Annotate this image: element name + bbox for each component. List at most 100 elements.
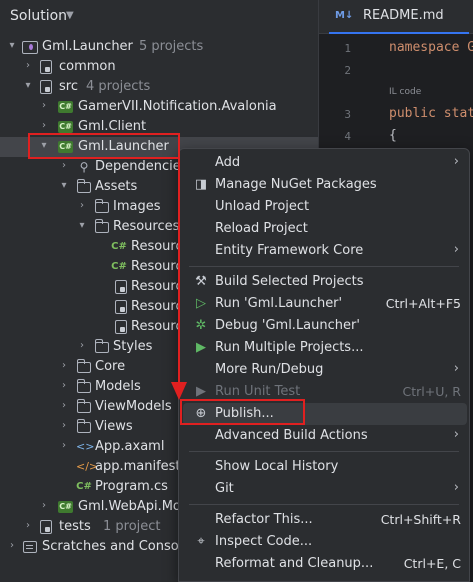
menu-item-label: Manage NuGet Packages <box>215 177 377 192</box>
folder-icon <box>76 419 91 433</box>
tree-item-label: src <box>59 79 78 94</box>
tree-item-sub: 5 projects <box>139 39 204 54</box>
csharp-project-icon: C# <box>58 121 73 133</box>
menu-item-inspect-code[interactable]: ⌖ Inspect Code... <box>183 531 467 553</box>
menu-item-label: Run Unit Test <box>215 384 301 399</box>
il-code-hint[interactable]: IL code <box>389 87 421 97</box>
tree-item-label: Gml.WebApi.Mo <box>78 499 181 514</box>
chevron-right-icon[interactable]: › <box>58 399 70 413</box>
chevron-right-icon[interactable]: › <box>58 439 70 453</box>
scratches-icon <box>23 541 37 553</box>
tree-item-label: Resourc <box>131 279 183 294</box>
menu-item-label: More Run/Debug <box>215 362 324 377</box>
chevron-right-icon[interactable]: › <box>76 199 88 213</box>
lock-folder-icon <box>40 80 52 94</box>
code-line: { <box>389 128 397 143</box>
menu-item-run-multiple[interactable]: ▶ Run Multiple Projects... <box>183 337 467 359</box>
chevron-right-icon[interactable]: › <box>6 539 18 553</box>
resource-file-icon <box>115 320 127 334</box>
lock-folder-icon <box>40 60 52 74</box>
menu-separator <box>189 451 459 452</box>
markdown-icon: M↓ <box>335 10 354 21</box>
tree-item-label: Views <box>95 419 133 434</box>
folder-icon <box>76 359 91 373</box>
tab-label: README.md <box>363 8 444 23</box>
tree-item-solution[interactable]: ▾ Gml.Launcher 5 projects <box>0 37 318 57</box>
tree-item-sub: 4 projects <box>86 79 151 94</box>
menu-separator <box>189 266 459 267</box>
tree-item-label: Models <box>95 379 141 394</box>
annotation-arrow-line <box>178 158 180 388</box>
menu-item-unload-project[interactable]: Unload Project <box>183 196 467 218</box>
menu-separator <box>189 504 459 505</box>
menu-item-advanced-build[interactable]: Advanced Build Actions › <box>183 425 467 447</box>
csharp-project-icon: C# <box>58 101 73 113</box>
line-number: 4 <box>344 130 351 143</box>
tree-item-label: Resourc <box>131 299 183 314</box>
chevron-down-icon[interactable]: ▼ <box>66 10 74 21</box>
chevron-right-icon[interactable]: › <box>58 159 70 173</box>
chevron-down-icon[interactable]: ▾ <box>76 219 88 233</box>
chevron-right-icon[interactable]: › <box>58 359 70 373</box>
menu-item-label: Run Multiple Projects... <box>215 340 364 355</box>
folder-icon <box>76 379 91 393</box>
chevron-down-icon[interactable]: ▾ <box>22 79 34 93</box>
tree-item-label: ViewModels <box>95 399 172 414</box>
menu-item-local-history[interactable]: Show Local History <box>183 456 467 478</box>
tree-item-sub: 1 project <box>103 519 161 534</box>
menu-item-more-run-debug[interactable]: More Run/Debug › <box>183 359 467 381</box>
menu-item-reformat[interactable]: Reformat and Cleanup... Ctrl+E, C <box>183 553 467 575</box>
menu-item-add[interactable]: Add › <box>183 152 467 174</box>
menu-item-debug[interactable]: ✲ Debug 'Gml.Launcher' <box>183 315 467 337</box>
tree-item-label: Program.cs <box>95 479 168 494</box>
chevron-right-icon[interactable]: › <box>22 519 34 533</box>
menu-item-label: Entity Framework Core <box>215 243 364 258</box>
chevron-right-icon[interactable]: › <box>38 499 50 513</box>
manifest-file-icon: </> <box>76 460 99 473</box>
chevron-right-icon[interactable]: › <box>22 59 34 73</box>
chevron-right-icon: › <box>453 480 459 495</box>
tree-item-label: App.axaml <box>95 439 165 454</box>
folder-icon <box>76 179 91 193</box>
menu-item-reload-project[interactable]: Reload Project <box>183 218 467 240</box>
axaml-file-icon: <> <box>76 440 95 453</box>
menu-item-shortcut: Ctrl+Alt+F5 <box>385 296 461 311</box>
chevron-right-icon[interactable]: › <box>76 339 88 353</box>
debug-icon: ✲ <box>195 318 207 333</box>
annotation-arrow-head-icon <box>171 382 187 400</box>
chevron-right-icon: › <box>453 427 459 442</box>
panel-title[interactable]: Solution <box>10 8 67 24</box>
chevron-down-icon[interactable]: ▾ <box>6 39 18 53</box>
tree-item-label: Scratches and Consol <box>42 539 183 554</box>
tree-item-common[interactable]: › common <box>0 57 318 77</box>
menu-item-git[interactable]: Git › <box>183 478 467 500</box>
menu-item-shortcut: Ctrl+U, R <box>402 384 462 399</box>
tree-item-notification-project[interactable]: › C# GamerVII.Notification.Avalonia <box>0 97 318 117</box>
tree-item-label: Gml.Launcher <box>42 39 133 54</box>
chevron-right-icon[interactable]: › <box>58 379 70 393</box>
chevron-right-icon[interactable]: › <box>38 119 50 133</box>
chevron-right-icon: › <box>453 242 459 257</box>
csharp-project-icon: C# <box>58 501 73 513</box>
menu-item-run[interactable]: ▷ Run 'Gml.Launcher' Ctrl+Alt+F5 <box>183 293 467 315</box>
chevron-right-icon[interactable]: › <box>38 99 50 113</box>
code-line: public stat <box>389 106 473 121</box>
tab-readme[interactable]: M↓ README.md <box>329 0 469 34</box>
csharp-file-icon: C# <box>111 241 127 252</box>
menu-item-manage-nuget[interactable]: ◨ Manage NuGet Packages <box>183 174 467 196</box>
menu-item-build-selected[interactable]: ⚒ Build Selected Projects <box>183 271 467 293</box>
annotation-box-project <box>28 133 180 159</box>
menu-item-label: Build Selected Projects <box>215 274 364 289</box>
resource-file-icon <box>115 280 127 294</box>
menu-item-entity-framework[interactable]: Entity Framework Core › <box>183 240 467 262</box>
chevron-down-icon[interactable]: ▾ <box>58 179 70 193</box>
menu-item-shortcut: Ctrl+Shift+R <box>380 512 461 527</box>
menu-item-refactor[interactable]: Refactor This... Ctrl+Shift+R <box>183 509 467 531</box>
menu-item-label: Add <box>215 155 241 170</box>
resource-file-icon <box>115 300 127 314</box>
lock-folder-icon <box>40 520 52 534</box>
chevron-right-icon[interactable]: › <box>58 419 70 433</box>
csharp-file-icon: C# <box>111 261 127 272</box>
tree-item-label: tests <box>59 519 91 534</box>
tree-item-src[interactable]: ▾ src 4 projects <box>0 77 318 97</box>
